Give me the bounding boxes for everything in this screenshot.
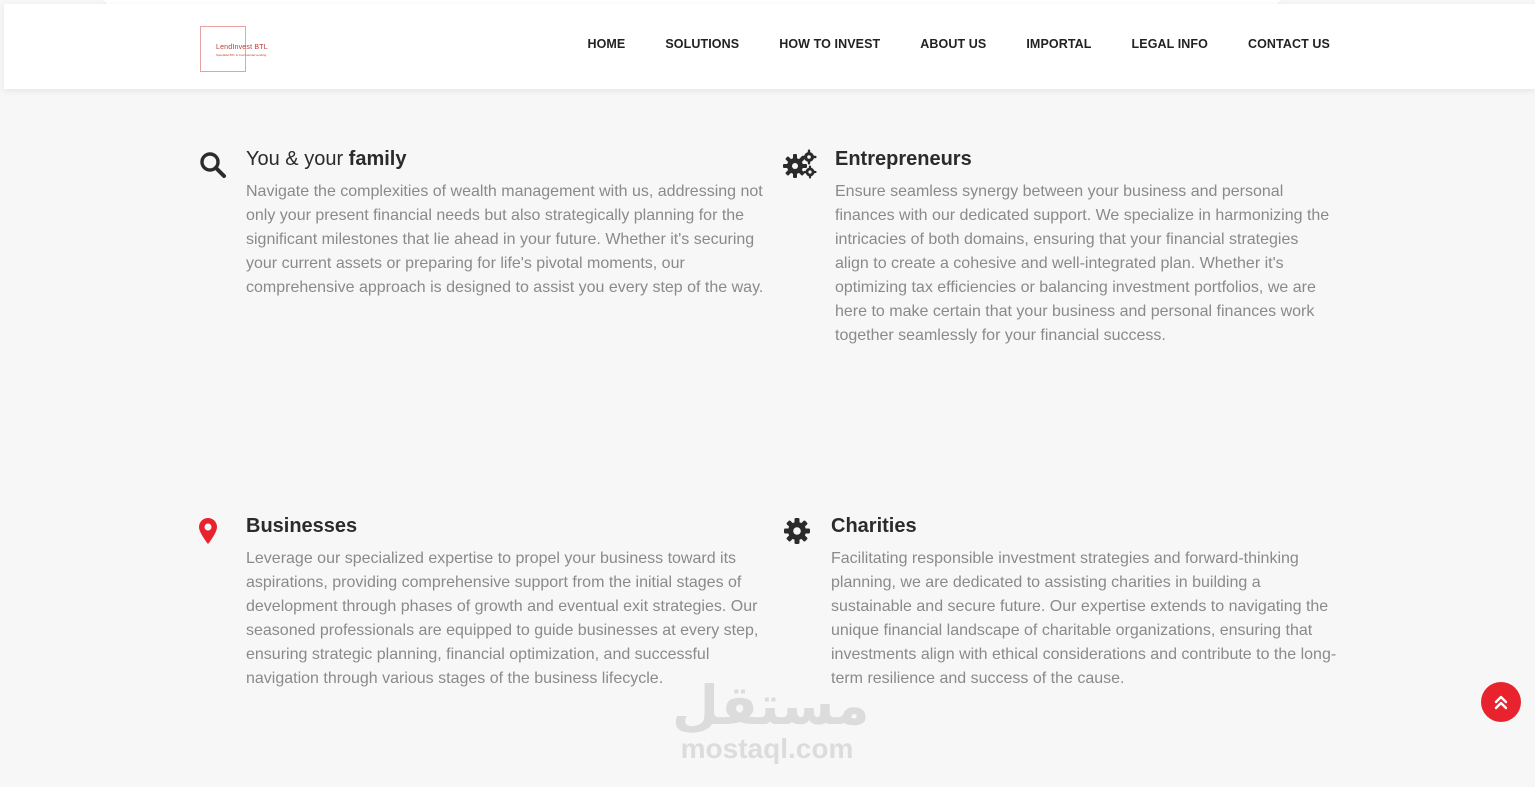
- map-pin-icon: [199, 518, 217, 549]
- logo-name: LendInvest BTL: [216, 44, 268, 51]
- feature-charities-title: Charities: [831, 515, 917, 537]
- scroll-to-top-button[interactable]: [1481, 682, 1521, 722]
- feature-charities-text: Facilitating responsible investment stra…: [831, 550, 1337, 687]
- main-nav: HOME SOLUTIONS HOW TO INVEST ABOUT US IM…: [587, 37, 1330, 51]
- nav-contact-us[interactable]: CONTACT US: [1248, 37, 1330, 51]
- nav-how-to-invest[interactable]: HOW TO INVEST: [779, 37, 880, 51]
- logo-tagline: Specialist BTL & Commercial Lending: [216, 53, 267, 57]
- nav-home[interactable]: HOME: [587, 37, 625, 51]
- nav-importal[interactable]: IMPORTAL: [1026, 37, 1091, 51]
- nav-legal-info[interactable]: LEGAL INFO: [1132, 37, 1208, 51]
- feature-businesses-title: Businesses: [246, 515, 358, 537]
- search-icon: [199, 151, 227, 184]
- watermark: مستقل mostaql.com: [672, 674, 870, 764]
- gears-icon: [783, 149, 817, 184]
- feature-entrepreneurs-title: Entrepreneurs: [835, 148, 972, 170]
- nav-solutions[interactable]: SOLUTIONS: [665, 37, 739, 51]
- feature-family-text: Navigate the complexities of wealth mana…: [246, 183, 764, 296]
- feature-family-title: You & your family: [246, 148, 407, 170]
- watermark-latin: mostaql.com: [680, 733, 854, 764]
- double-chevron-up-icon: [1494, 695, 1508, 710]
- feature-businesses-text: Leverage our specialized expertise to pr…: [246, 550, 759, 687]
- navbar: LendInvest BTL Specialist BTL & Commerci…: [4, 4, 1535, 89]
- watermark-arabic: مستقل: [672, 674, 870, 737]
- gear-icon: [784, 518, 810, 549]
- feature-entrepreneurs-text: Ensure seamless synergy between your bus…: [835, 183, 1330, 344]
- nav-about-us[interactable]: ABOUT US: [920, 37, 986, 51]
- logo[interactable]: LendInvest BTL Specialist BTL & Commerci…: [200, 26, 280, 72]
